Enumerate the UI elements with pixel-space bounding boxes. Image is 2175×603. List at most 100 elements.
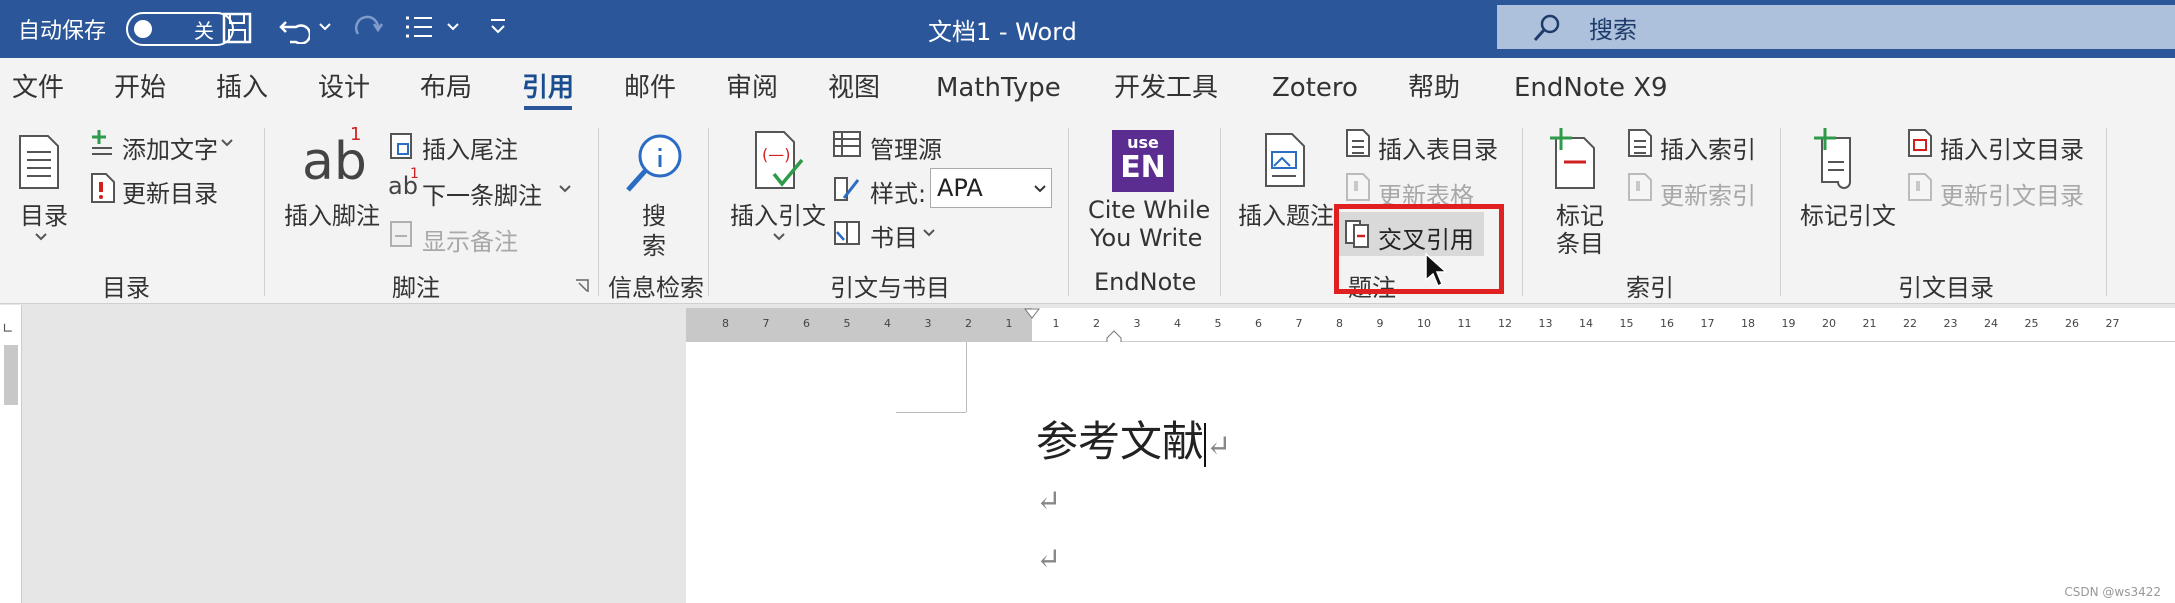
table-of-contents-icon[interactable]: [16, 134, 62, 190]
ruler-number: 1: [1052, 317, 1060, 330]
insert-toa-button[interactable]: 插入引文目录: [1940, 130, 2084, 165]
tab-endnote[interactable]: EndNote X9: [1514, 68, 1668, 108]
update-toc-icon: [91, 173, 115, 203]
search-label-2[interactable]: 索: [642, 226, 666, 261]
tab-zotero[interactable]: Zotero: [1272, 68, 1358, 108]
tab-file[interactable]: 文件: [12, 68, 64, 108]
ruler-number: 3: [1133, 317, 1141, 330]
search-placeholder: 搜索: [1589, 15, 1637, 44]
cite-while-you-write-line1[interactable]: Cite While: [1088, 196, 1210, 224]
bibliography-dropdown-icon[interactable]: [922, 228, 936, 238]
autosave-toggle[interactable]: 关: [126, 12, 234, 46]
heading-paragraph[interactable]: 参考文献↵: [1036, 416, 1231, 473]
group-label-endnote: EndNote: [1094, 268, 1197, 296]
ruler-number: 23: [1943, 317, 1958, 330]
tab-help[interactable]: 帮助: [1408, 68, 1460, 108]
empty-paragraph-mark[interactable]: ↵: [1036, 542, 1061, 577]
ruler-number: 26: [2065, 317, 2079, 330]
ruler-left-margin: [686, 308, 1032, 342]
toc-button[interactable]: 目录: [20, 196, 68, 231]
ruler-number: 8: [1336, 317, 1343, 330]
insert-citation-dropdown-icon[interactable]: [772, 232, 786, 242]
ruler-number: 7: [1295, 317, 1303, 330]
insert-caption-icon[interactable]: [1262, 132, 1308, 188]
style-select[interactable]: APA: [930, 168, 1052, 208]
add-text-icon: [92, 130, 112, 155]
horizontal-ruler: 8 7 6 5 4 3 2 1 1 2 3 4 5 6 7 8 9 10 11 12 13 14 15 16 17 18 19 20 2…: [686, 308, 2175, 344]
mark-entry-icon[interactable]: [1548, 128, 1596, 190]
tab-layout[interactable]: 布局: [420, 68, 472, 108]
group-divider: [2106, 128, 2107, 296]
tab-references[interactable]: 引用: [522, 68, 574, 110]
document-page[interactable]: 参考文献↵ ↵ ↵ CSDN @ws3422: [686, 342, 2175, 603]
insert-index-button[interactable]: 插入索引: [1660, 130, 1756, 165]
paragraph-mark: ↵: [1206, 429, 1232, 464]
update-index-icon: [1628, 173, 1652, 201]
first-line-indent-marker[interactable]: [1024, 308, 1040, 320]
ruler-number: 16: [1660, 317, 1674, 330]
tab-mailings[interactable]: 邮件: [624, 68, 676, 108]
ruler-number: 2: [1093, 317, 1100, 330]
ruler-number: 6: [1255, 317, 1262, 330]
update-toa-icon: [1908, 173, 1932, 201]
mark-citation-icon[interactable]: [1812, 128, 1862, 190]
tab-design[interactable]: 设计: [318, 68, 370, 108]
ribbon-tabs: 文件 开始 插入 设计 布局 引用 邮件 审阅 视图 MathType 开发工具…: [0, 58, 2175, 118]
add-text-button[interactable]: 添加文字: [122, 130, 218, 165]
dialog-launcher-icon[interactable]: [574, 278, 590, 294]
toc-dropdown-icon[interactable]: [34, 232, 48, 242]
insert-citation-button[interactable]: 插入引文: [730, 196, 826, 231]
tab-review[interactable]: 审阅: [726, 68, 778, 108]
mark-entry-line2[interactable]: 条目: [1556, 224, 1604, 259]
insert-citation-icon[interactable]: (—): [752, 130, 808, 190]
endnote-cwyw-icon[interactable]: use EN: [1112, 130, 1174, 192]
ruler-number: 21: [1862, 317, 1877, 330]
search-box[interactable]: 搜索: [1497, 5, 2175, 49]
cite-while-you-write-line2[interactable]: You Write: [1090, 224, 1202, 252]
insert-caption-button[interactable]: 插入题注: [1238, 196, 1334, 231]
insert-table-of-figures-button[interactable]: 插入表目录: [1378, 130, 1498, 165]
insert-index-icon: [1628, 129, 1652, 157]
undo-icon[interactable]: [278, 12, 310, 44]
tab-view[interactable]: 视图: [828, 68, 880, 108]
update-toc-button[interactable]: 更新目录: [122, 174, 218, 209]
tab-selector-icon[interactable]: ∟: [2, 321, 14, 337]
show-notes-button[interactable]: 显示备注: [422, 222, 518, 257]
ruler-number: 24: [1984, 317, 1998, 330]
svg-text:(—): (—): [762, 145, 790, 164]
tab-mathtype[interactable]: MathType: [936, 68, 1061, 108]
search-research-icon[interactable]: [622, 130, 686, 196]
insert-toa-icon: [1908, 129, 1932, 157]
update-index-button[interactable]: 更新索引: [1660, 176, 1756, 211]
ruler-number: 14: [1579, 317, 1593, 330]
ruler-number: 3: [924, 317, 932, 330]
tab-home[interactable]: 开始: [114, 68, 166, 108]
next-footnote-button[interactable]: 下一条脚注: [422, 176, 542, 211]
watermark: CSDN @ws3422: [2064, 585, 2161, 599]
mark-citation-button[interactable]: 标记引文: [1800, 196, 1896, 231]
document-title: 文档1 - Word: [928, 17, 1077, 46]
next-footnote-dropdown-icon[interactable]: [558, 184, 572, 194]
bibliography-button[interactable]: 书目: [870, 218, 918, 253]
ruler-number: 17: [1700, 317, 1715, 330]
list-format-icon[interactable]: [402, 12, 438, 44]
tab-insert[interactable]: 插入: [216, 68, 268, 108]
update-toa-button[interactable]: 更新引文目录: [1940, 176, 2084, 211]
undo-dropdown-icon[interactable]: [318, 22, 332, 32]
insert-footnote-button[interactable]: 插入脚注: [284, 196, 380, 231]
manage-sources-button[interactable]: 管理源: [870, 130, 942, 165]
group-label-index: 索引: [1626, 274, 1674, 302]
ruler-number: 25: [2024, 317, 2039, 330]
add-text-dropdown-icon[interactable]: [220, 138, 234, 148]
save-icon[interactable]: [222, 12, 252, 44]
style-dropdown-icon: [1034, 185, 1046, 193]
ruler-number: 4: [884, 317, 891, 330]
list-dropdown-icon[interactable]: [446, 22, 460, 32]
empty-paragraph-mark[interactable]: ↵: [1036, 484, 1061, 519]
style-icon: [834, 177, 860, 201]
insert-endnote-button[interactable]: 插入尾注: [422, 130, 518, 165]
ruler-number: 11: [1457, 317, 1472, 330]
redo-icon[interactable]: [352, 12, 384, 44]
tab-developer[interactable]: 开发工具: [1114, 68, 1218, 108]
customize-toolbar-icon[interactable]: [488, 16, 508, 38]
